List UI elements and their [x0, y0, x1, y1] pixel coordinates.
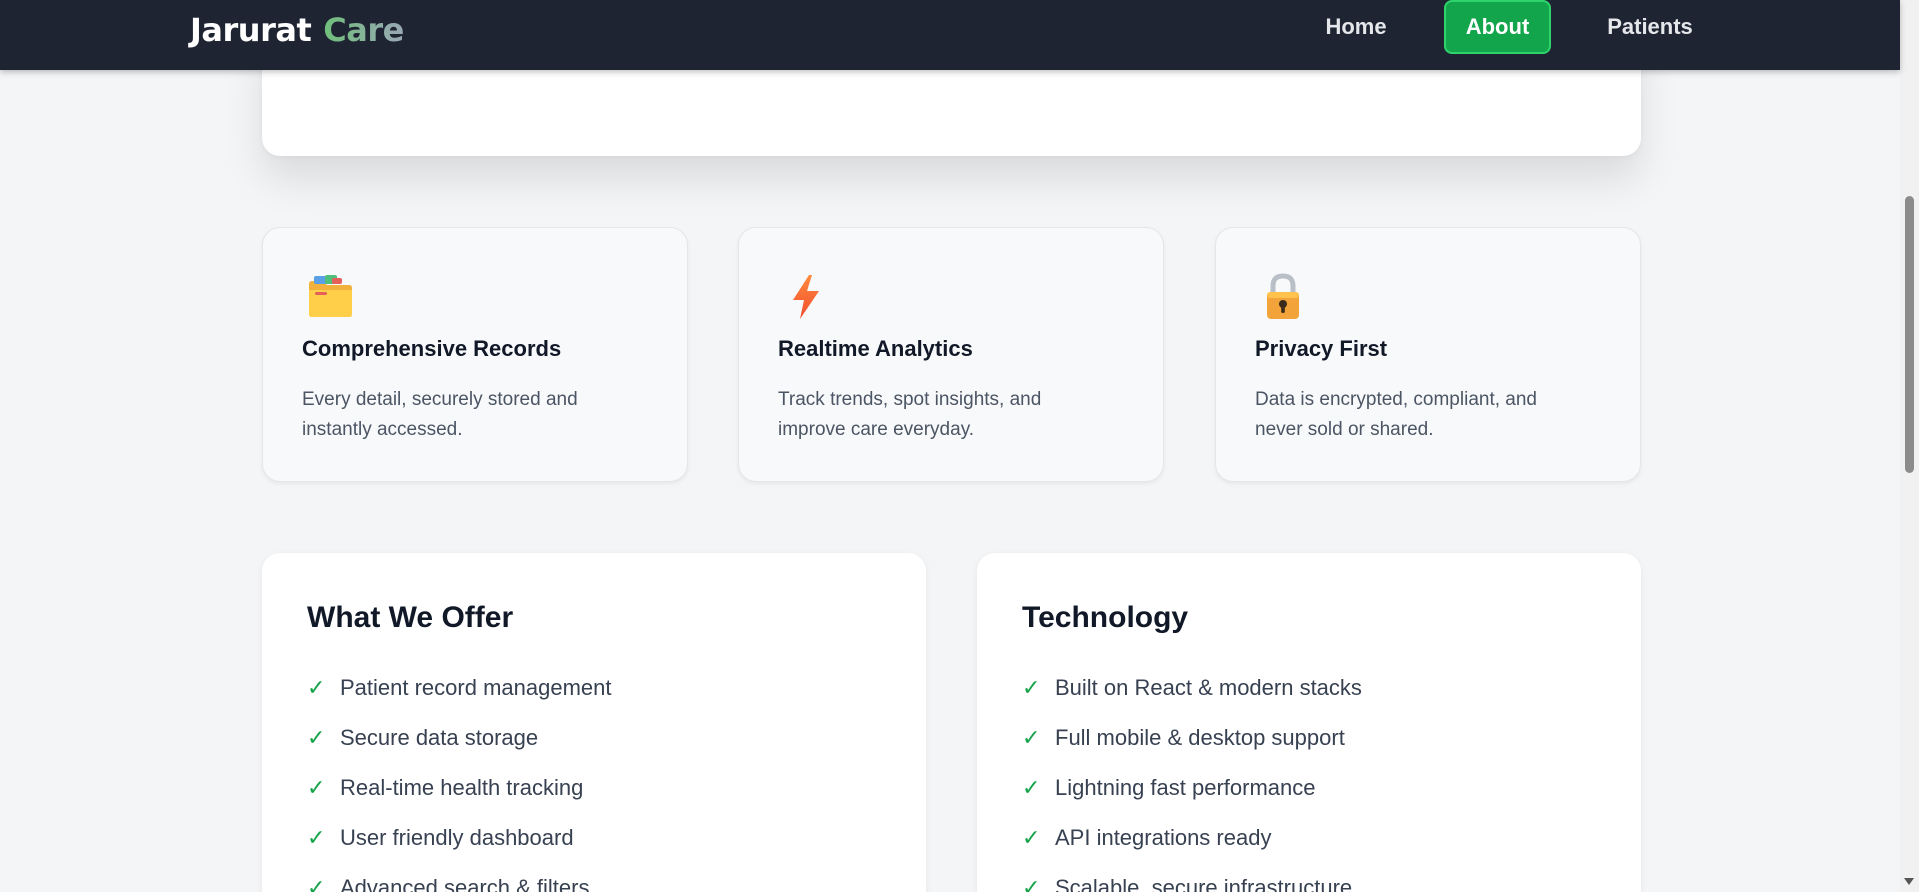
- check-icon: ✓: [1022, 675, 1041, 700]
- check-icon: ✓: [307, 675, 326, 700]
- list-item: ✓ API integrations ready: [1022, 813, 1362, 863]
- check-icon: ✓: [307, 775, 326, 800]
- list-item: ✓ Full mobile & desktop support: [1022, 713, 1362, 763]
- list-item-label: Patient record management: [340, 675, 612, 700]
- list-item-label: User friendly dashboard: [340, 825, 574, 850]
- scrollbar-thumb[interactable]: [1905, 196, 1914, 473]
- check-icon: ✓: [1022, 725, 1041, 750]
- feature-description: Data is encrypted, compliant, and never …: [1255, 389, 1537, 440]
- list-item-label: Lightning fast performance: [1055, 775, 1316, 800]
- brand-logo[interactable]: Jarurat Care: [190, 10, 404, 50]
- list-item: ✓ Real-time health tracking: [307, 763, 612, 813]
- navbar: Jarurat Care Home About Patients: [0, 0, 1900, 70]
- list-item: ✓ Advanced search & filters: [307, 863, 612, 892]
- nav-link-about[interactable]: About: [1444, 0, 1551, 54]
- offer-title: What We Offer: [307, 601, 514, 634]
- brand-name-part2: Care: [323, 11, 404, 49]
- list-item: ✓ Built on React & modern stacks: [1022, 663, 1362, 713]
- list-item-label: API integrations ready: [1055, 825, 1272, 850]
- feature-card-analytics: Realtime Analytics Track trends, spot in…: [738, 227, 1164, 482]
- technology-card: Technology ✓ Built on React & modern stac…: [977, 553, 1641, 892]
- page-scrollbar[interactable]: [1900, 0, 1919, 892]
- check-icon: ✓: [307, 725, 326, 750]
- technology-title: Technology: [1022, 601, 1189, 634]
- list-item: ✓ Secure data storage: [307, 713, 612, 763]
- feature-card-records: Comprehensive Records Every detail, secu…: [262, 227, 688, 482]
- list-item: ✓ User friendly dashboard: [307, 813, 612, 863]
- feature-description: Every detail, securely stored and instan…: [302, 389, 578, 440]
- feature-title: Comprehensive Records: [302, 336, 562, 361]
- offer-card: What We Offer ✓ Patient record management…: [262, 553, 926, 892]
- feature-card-privacy: Privacy First Data is encrypted, complia…: [1215, 227, 1641, 482]
- list-item-label: Secure data storage: [340, 725, 539, 750]
- list-item-label: Advanced search & filters: [340, 875, 590, 892]
- brand-name-part1: Jarurat: [190, 11, 312, 49]
- feature-title: Privacy First: [1255, 336, 1388, 361]
- feature-title: Realtime Analytics: [778, 336, 973, 361]
- list-item: ✓ Lightning fast performance: [1022, 763, 1362, 813]
- check-icon: ✓: [1022, 875, 1041, 892]
- nav-link-patients[interactable]: Patients: [1598, 0, 1702, 54]
- offer-list: ✓ Patient record management ✓ Secure data …: [307, 663, 612, 892]
- nav-link-home[interactable]: Home: [1310, 0, 1402, 54]
- check-icon: ✓: [307, 875, 326, 892]
- list-item-label: Real-time health tracking: [340, 775, 584, 800]
- lock-icon: [1267, 273, 1299, 319]
- check-icon: ✓: [307, 825, 326, 850]
- feature-description: Track trends, spot insights, and improve…: [778, 389, 1042, 440]
- lightning-icon: [793, 275, 819, 319]
- list-item-label: Scalable, secure infrastructure: [1055, 875, 1353, 892]
- list-item: ✓ Patient record management: [307, 663, 612, 713]
- list-item-label: Built on React & modern stacks: [1055, 675, 1362, 700]
- folder-icon: [309, 275, 352, 317]
- check-icon: ✓: [1022, 775, 1041, 800]
- check-icon: ✓: [1022, 825, 1041, 850]
- list-item-label: Full mobile & desktop support: [1055, 725, 1345, 750]
- list-item: ✓ Scalable, secure infrastructure: [1022, 863, 1362, 892]
- scroll-down-arrow-icon[interactable]: [1904, 878, 1914, 885]
- technology-list: ✓ Built on React & modern stacks ✓ Full mo…: [1022, 663, 1362, 892]
